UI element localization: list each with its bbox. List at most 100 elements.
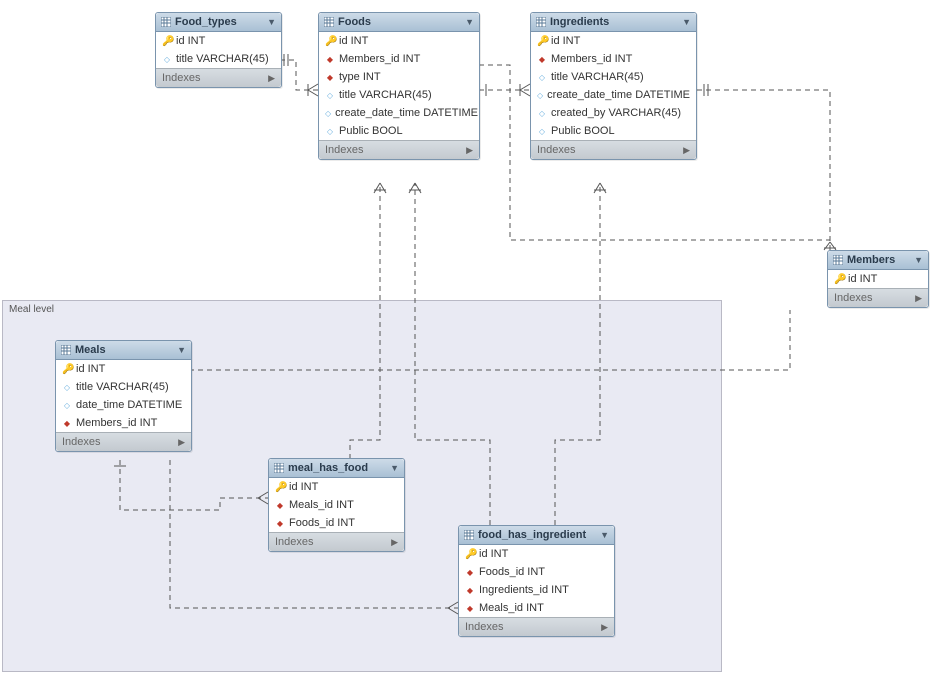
indexes-section[interactable]: Indexes▶ (531, 140, 696, 159)
column-row: ◆Foods_id INT (269, 514, 404, 532)
chevron-down-icon[interactable]: ▼ (914, 255, 923, 265)
table-foods[interactable]: Foods ▼ 🔑id INT◆Members_id INT◆type INT◇… (318, 12, 480, 160)
column-row: ◆Members_id INT (56, 414, 191, 432)
diamond-icon: ◇ (537, 91, 543, 100)
column-text: id INT (176, 35, 205, 47)
diamond-fk-icon: ◆ (537, 55, 547, 64)
indexes-section[interactable]: Indexes▶ (156, 68, 281, 87)
table-icon (161, 17, 171, 27)
table-header[interactable]: meal_has_food ▼ (269, 459, 404, 478)
table-title: meal_has_food (288, 462, 368, 474)
table-title: Food_types (175, 16, 237, 28)
column-text: id INT (479, 548, 508, 560)
chevron-down-icon[interactable]: ▼ (600, 530, 609, 540)
column-row: 🔑id INT (531, 32, 696, 50)
column-row: ◆type INT (319, 68, 479, 86)
table-title: Members (847, 254, 895, 266)
column-text: Meals_id INT (289, 499, 354, 511)
column-text: id INT (551, 35, 580, 47)
indexes-section[interactable]: Indexes▶ (459, 617, 614, 636)
table-header[interactable]: Foods ▼ (319, 13, 479, 32)
chevron-down-icon[interactable]: ▼ (465, 17, 474, 27)
diamond-fk-icon: ◆ (465, 604, 475, 613)
column-row: 🔑 id INT (56, 360, 191, 378)
indexes-section[interactable]: Indexes▶ (56, 432, 191, 451)
diamond-fk-icon: ◆ (465, 568, 475, 577)
chevron-down-icon[interactable]: ▼ (267, 17, 276, 27)
table-body: 🔑id INT◇title VARCHAR(45)◇date_time DATE… (56, 360, 191, 432)
arrow-right-icon: ▶ (466, 145, 473, 156)
table-body: 🔑id INT ◆ Members_id INT ◇ title VARCHAR(45)… (531, 32, 696, 140)
diamond-icon: ◇ (325, 127, 335, 136)
table-body: 🔑 id INT (828, 270, 928, 288)
column-row: ◇created_by VARCHAR(45) (531, 104, 696, 122)
column-text: Meals_id INT (479, 602, 544, 614)
diamond-fk-icon: ◆ (465, 586, 475, 595)
chevron-down-icon[interactable]: ▼ (682, 17, 691, 27)
table-meals[interactable]: Meals ▼ 🔑id INT◇title VARCHAR(45)◇date_t… (55, 340, 192, 452)
key-icon: 🔑 (162, 36, 172, 47)
table-icon (536, 17, 546, 27)
diamond-icon: ◇ (537, 109, 547, 118)
table-body: 🔑 id INT ◆ Members_id INT ◆type INT◇title VA… (319, 32, 479, 140)
arrow-right-icon: ▶ (178, 437, 185, 448)
column-text: date_time DATETIME (76, 399, 182, 411)
diamond-icon: ◇ (537, 73, 547, 82)
table-header[interactable]: Meals ▼ (56, 341, 191, 360)
column-text: id INT (339, 35, 368, 47)
table-header[interactable]: food_has_ingredient ▼ (459, 526, 614, 545)
key-icon: 🔑 (275, 482, 285, 493)
table-members[interactable]: Members ▼ 🔑 id INT Indexes▶ (827, 250, 929, 308)
column-row: ◆ Foods_id INT (459, 563, 614, 581)
diamond-fk-icon: ◆ (325, 73, 335, 82)
column-row: ◆ Members_id INT (319, 50, 479, 68)
table-title: food_has_ingredient (478, 529, 586, 541)
diamond-fk-icon: ◆ (325, 55, 335, 64)
chevron-down-icon[interactable]: ▼ (177, 345, 186, 355)
column-text: Public BOOL (339, 125, 403, 137)
arrow-right-icon: ▶ (268, 73, 275, 84)
column-row: ◇create_date_time DATETIME (319, 104, 479, 122)
indexes-section[interactable]: Indexes▶ (828, 288, 928, 307)
indexes-section[interactable]: Indexes▶ (319, 140, 479, 159)
column-row: ◇title VARCHAR(45) (319, 86, 479, 104)
column-text: id INT (76, 363, 105, 375)
table-meal-has-food[interactable]: meal_has_food ▼ 🔑id INT◆Meals_id INT◆Foo… (268, 458, 405, 552)
column-text: id INT (848, 273, 877, 285)
indexes-section[interactable]: Indexes▶ (269, 532, 404, 551)
column-text: Members_id INT (76, 417, 157, 429)
column-row: ◇create_date_time DATETIME (531, 86, 696, 104)
key-icon: 🔑 (325, 36, 335, 47)
table-body: 🔑id INT◆Foods_id INT◆Ingredients_id INT◆… (459, 545, 614, 617)
column-text: title VARCHAR(45) (551, 71, 644, 83)
column-text: title VARCHAR(45) (176, 53, 269, 65)
key-icon: 🔑 (465, 549, 475, 560)
column-text: Foods_id INT (479, 566, 545, 578)
column-row: ◆ Meals_id INT (459, 599, 614, 617)
column-row: ◇ date_time DATETIME (56, 396, 191, 414)
table-food-types[interactable]: Food_types ▼ 🔑id INT◇title VARCHAR(45) I… (155, 12, 282, 88)
column-row: ◆Ingredients_id INT (459, 581, 614, 599)
key-icon: 🔑 (62, 364, 72, 375)
region-label: Meal level (9, 304, 54, 315)
arrow-right-icon: ▶ (601, 622, 608, 633)
table-header[interactable]: Food_types ▼ (156, 13, 281, 32)
table-ingredients[interactable]: Ingredients ▼ 🔑id INT ◆ Members_id INT ◇ tit… (530, 12, 697, 160)
table-icon (464, 530, 474, 540)
key-icon: 🔑 (834, 274, 844, 285)
chevron-down-icon[interactable]: ▼ (390, 463, 399, 473)
column-row: 🔑 id INT (156, 32, 281, 50)
diamond-icon: ◇ (62, 401, 72, 410)
column-text: Members_id INT (339, 53, 420, 65)
table-body: 🔑id INT◇title VARCHAR(45) (156, 32, 281, 68)
table-food-has-ingredient[interactable]: food_has_ingredient ▼ 🔑 id INT ◆ Foods_id I… (458, 525, 615, 637)
column-text: Members_id INT (551, 53, 632, 65)
table-icon (833, 255, 843, 265)
table-header[interactable]: Members ▼ (828, 251, 928, 270)
column-row: 🔑 id INT (319, 32, 479, 50)
diamond-icon: ◇ (325, 109, 331, 118)
table-header[interactable]: Ingredients ▼ (531, 13, 696, 32)
table-icon (324, 17, 334, 27)
arrow-right-icon: ▶ (683, 145, 690, 156)
diamond-fk-icon: ◆ (275, 519, 285, 528)
